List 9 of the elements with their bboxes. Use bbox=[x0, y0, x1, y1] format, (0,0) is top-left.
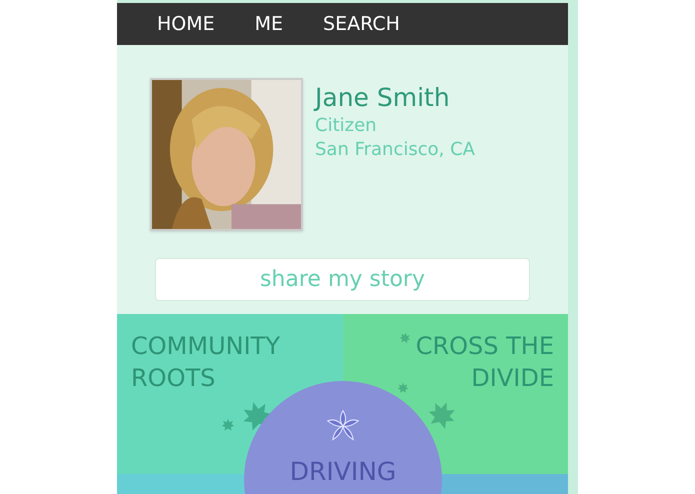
profile-location: San Francisco, CA bbox=[315, 138, 475, 162]
profile-name: Jane Smith bbox=[315, 82, 451, 114]
circle-label: DRIVING bbox=[290, 456, 396, 488]
nav-link[interactable]: SEARCH bbox=[323, 10, 400, 38]
nav-link[interactable]: ME bbox=[254, 10, 284, 38]
share-story-button[interactable]: share my story bbox=[155, 258, 530, 301]
flower-icon bbox=[326, 409, 360, 443]
nav-link[interactable]: HOME bbox=[157, 10, 215, 38]
profile-role: Citizen bbox=[315, 114, 378, 138]
